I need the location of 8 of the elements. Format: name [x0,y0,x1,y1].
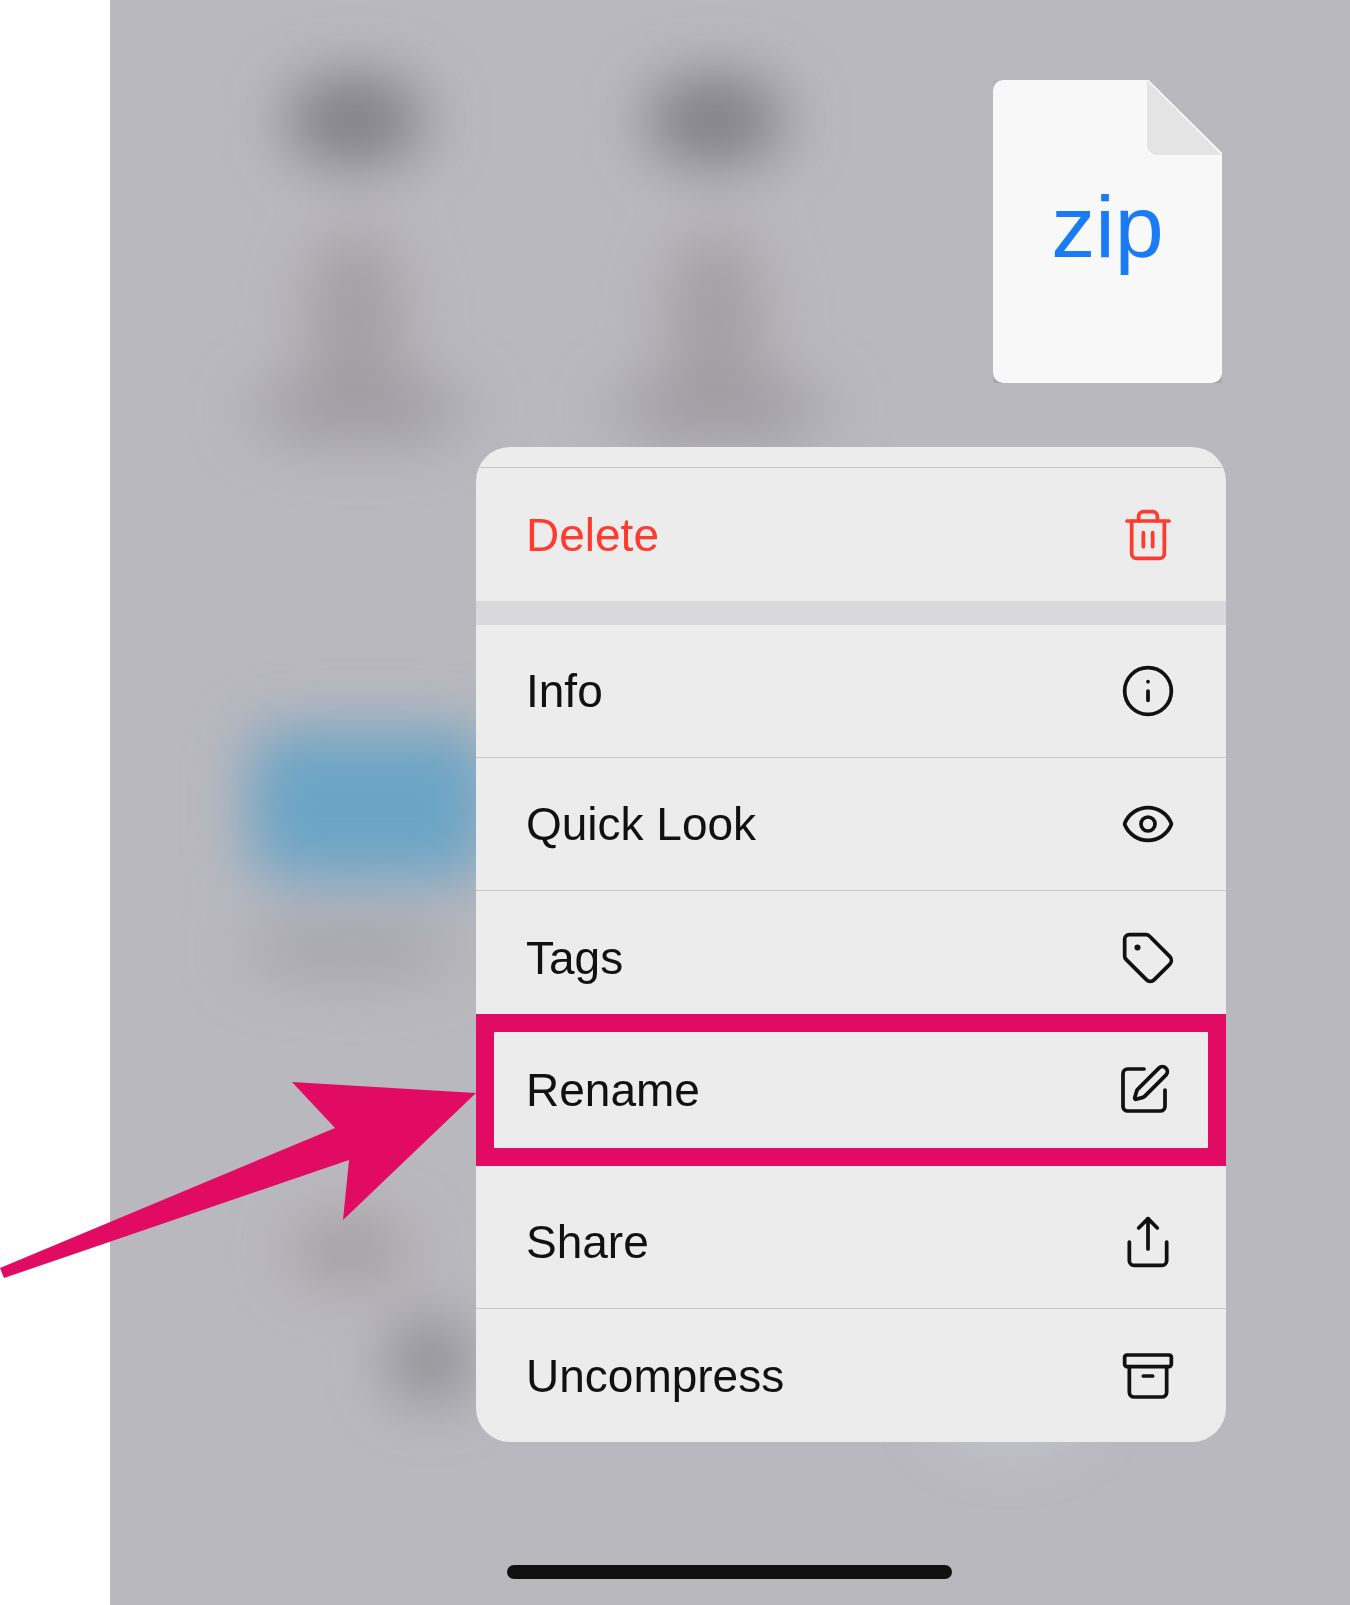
file-type-label: zip [1051,175,1164,278]
info-icon [1120,663,1176,719]
menu-item[interactable]: Uncompress [476,1309,1226,1442]
zip-file-icon[interactable]: zip [993,80,1222,383]
menu-item[interactable]: Share [476,1176,1226,1309]
menu-item[interactable]: Rename [476,1014,1226,1166]
menu-item[interactable]: Quick Look [476,758,1226,891]
menu-item[interactable]: Info [476,625,1226,758]
